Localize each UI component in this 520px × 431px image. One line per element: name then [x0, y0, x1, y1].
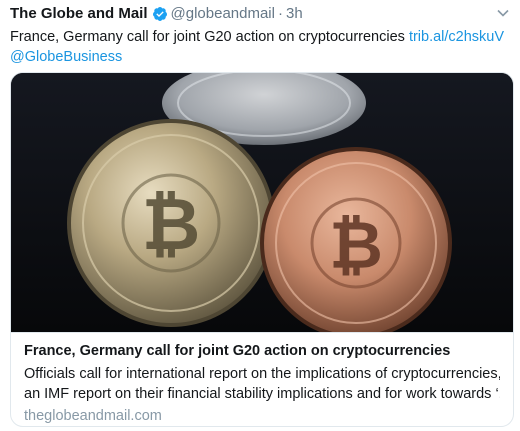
svg-text:₿: ₿ — [142, 182, 201, 266]
tweet-text: France, Germany call for joint G20 actio… — [10, 27, 510, 67]
timestamp[interactable]: 3h — [286, 4, 303, 24]
svg-text:₿: ₿ — [329, 207, 383, 284]
separator-dot: · — [277, 5, 283, 22]
card-title[interactable]: France, Germany call for joint G20 actio… — [24, 342, 500, 361]
link-card[interactable]: ₿ ₿ France, Germany call for joint G20 a… — [10, 72, 514, 427]
card-description: Officials call for international report … — [24, 364, 500, 404]
verified-badge-icon — [152, 6, 168, 22]
card-description-line: Officials call for international report … — [24, 366, 500, 382]
author-name[interactable]: The Globe and Mail — [10, 4, 148, 24]
bitcoin-coins-photo[interactable]: ₿ ₿ — [11, 73, 513, 332]
card-body: France, Germany call for joint G20 actio… — [11, 332, 513, 426]
mention-link[interactable]: @GlobeBusiness — [10, 49, 122, 65]
tweet[interactable]: The Globe and Mail @globeandmail · 3h Fr… — [0, 0, 520, 431]
card-domain[interactable]: theglobeandmail.com — [24, 406, 500, 426]
tweet-header: The Globe and Mail @globeandmail · 3h — [10, 4, 510, 24]
tweet-link[interactable]: trib.al/c2hskuV — [409, 29, 504, 45]
chevron-down-icon[interactable] — [496, 6, 510, 20]
card-description-line: an IMF report on their financial stabili… — [24, 386, 500, 402]
author-handle[interactable]: @globeandmail — [171, 4, 275, 24]
tweet-body: France, Germany call for joint G20 actio… — [10, 29, 405, 45]
